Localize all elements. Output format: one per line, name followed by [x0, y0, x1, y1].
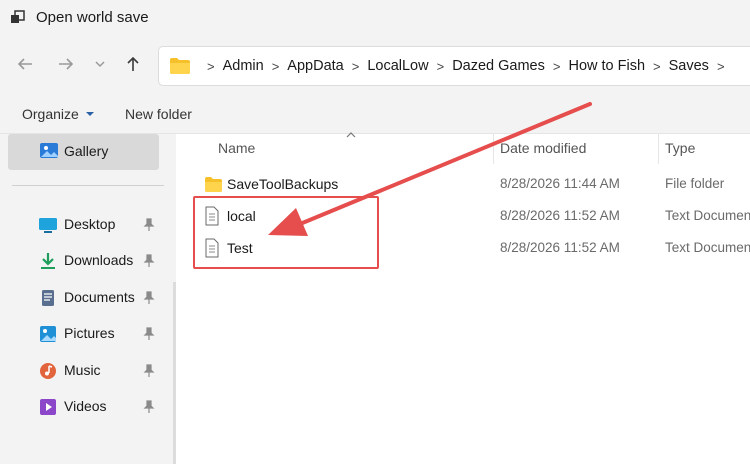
sidebar-item-videos[interactable]: Videos — [0, 390, 176, 424]
up-button[interactable] — [121, 52, 145, 76]
sort-ascending-icon — [346, 132, 356, 138]
chevron-right-icon[interactable]: > — [352, 59, 360, 74]
folder-icon — [170, 58, 190, 74]
sidebar-item-documents[interactable]: Documents — [0, 281, 176, 315]
sidebar-item-label: Pictures — [64, 325, 115, 341]
gallery-icon — [40, 143, 58, 158]
title-bar: Open world save — [0, 0, 750, 38]
file-type: Text Document — [665, 208, 750, 223]
new-folder-button[interactable]: New folder — [125, 106, 192, 122]
videos-icon — [40, 399, 56, 415]
organize-button[interactable]: Organize — [22, 106, 95, 122]
file-date-modified: 8/28/2026 11:44 AM — [500, 176, 620, 191]
back-arrow-icon — [17, 58, 32, 70]
sidebar-item-gallery[interactable]: Gallery — [8, 134, 159, 170]
sidebar-scrollbar[interactable] — [173, 282, 176, 464]
column-header-name[interactable]: Name — [218, 140, 255, 156]
file-name: SaveToolBackups — [227, 176, 339, 192]
breadcrumb-dazed-games[interactable]: Dazed Games — [452, 58, 545, 74]
highlight-box — [193, 196, 379, 269]
sidebar-item-pictures[interactable]: Pictures — [0, 317, 176, 351]
up-arrow-icon — [127, 56, 139, 71]
pin-icon[interactable] — [143, 364, 155, 378]
pin-icon[interactable] — [143, 218, 155, 232]
forward-button[interactable] — [54, 52, 78, 76]
breadcrumb-appdata[interactable]: AppData — [287, 58, 343, 74]
chevron-right-icon[interactable]: > — [653, 59, 661, 74]
folder-icon — [205, 177, 222, 192]
sidebar-item-label: Downloads — [64, 252, 134, 268]
breadcrumb-how-to-fish[interactable]: How to Fish — [568, 58, 645, 74]
column-header-date-modified[interactable]: Date modified — [500, 140, 586, 156]
navigation-bar: > Admin > AppData > LocalLow > Dazed Gam… — [0, 38, 750, 92]
window-title: Open world save — [36, 9, 149, 26]
pin-icon[interactable] — [143, 327, 155, 341]
column-header-type[interactable]: Type — [665, 140, 695, 156]
breadcrumb-admin[interactable]: Admin — [223, 58, 264, 74]
desktop-icon — [39, 218, 57, 233]
file-date-modified: 8/28/2026 11:52 AM — [500, 208, 620, 223]
chevron-down-icon — [95, 61, 105, 68]
sidebar-divider — [12, 185, 164, 186]
command-bar: Organize New folder — [0, 92, 750, 134]
sidebar-item-label: Desktop — [64, 216, 116, 232]
chevron-right-icon: > — [207, 58, 215, 74]
sidebar-item-label: Documents — [64, 289, 135, 305]
navigation-pane: Gallery Desktop Downloads Documents Pict… — [0, 134, 176, 464]
chevron-right-icon[interactable]: > — [553, 59, 561, 74]
file-list: Name Date modified Type SaveToolBackups … — [180, 132, 750, 464]
chevron-right-icon[interactable]: > — [437, 59, 445, 74]
file-type: File folder — [665, 176, 725, 191]
sidebar-item-desktop[interactable]: Desktop — [0, 208, 176, 242]
sidebar-item-downloads[interactable]: Downloads — [0, 244, 176, 278]
file-type: Text Document — [665, 240, 750, 255]
recent-locations-button[interactable] — [88, 52, 112, 76]
dropdown-arrow-icon — [85, 112, 94, 116]
pin-icon[interactable] — [143, 291, 155, 305]
sidebar-item-label: Music — [64, 362, 101, 378]
documents-icon — [42, 290, 54, 306]
download-icon — [41, 253, 55, 269]
breadcrumb-locallow[interactable]: LocalLow — [367, 58, 428, 74]
pictures-icon — [40, 326, 56, 342]
chevron-right-icon[interactable]: > — [717, 59, 725, 74]
pin-icon[interactable] — [143, 254, 155, 268]
music-icon — [40, 363, 56, 379]
breadcrumb: > Admin > AppData > LocalLow > Dazed Gam… — [169, 47, 733, 85]
sidebar-item-label: Gallery — [64, 143, 109, 159]
sidebar-item-music[interactable]: Music — [0, 354, 176, 388]
organize-label: Organize — [22, 106, 79, 122]
pin-icon[interactable] — [143, 400, 155, 414]
chevron-right-icon[interactable]: > — [272, 59, 280, 74]
file-date-modified: 8/28/2026 11:52 AM — [500, 240, 620, 255]
breadcrumb-saves[interactable]: Saves — [669, 58, 709, 74]
explorer-window-icon — [11, 10, 25, 23]
forward-arrow-icon — [59, 58, 74, 70]
column-divider[interactable] — [493, 134, 494, 164]
back-button[interactable] — [13, 52, 37, 76]
sidebar-item-label: Videos — [64, 398, 107, 414]
column-divider[interactable] — [658, 134, 659, 164]
address-bar[interactable]: > Admin > AppData > LocalLow > Dazed Gam… — [158, 46, 750, 86]
